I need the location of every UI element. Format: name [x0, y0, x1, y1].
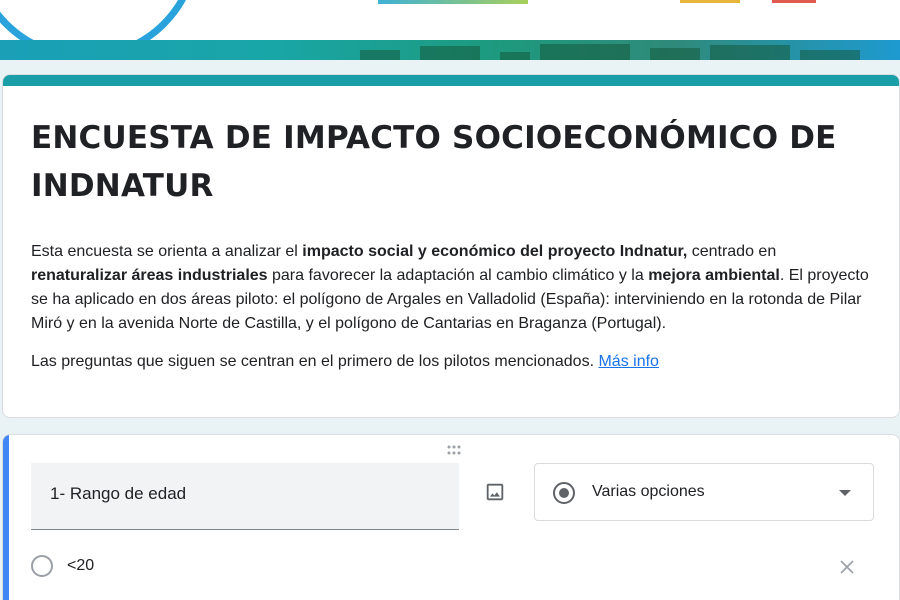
- banner-logo-line: [378, 0, 528, 4]
- description-text: centrado en: [687, 243, 777, 260]
- description-bold-text: impacto social y económico del proyecto …: [302, 243, 688, 260]
- question-type-label: Varias opciones: [592, 483, 705, 500]
- header-banner: [0, 0, 900, 60]
- option-label[interactable]: <20: [67, 557, 94, 575]
- drag-handle-icon[interactable]: [444, 443, 464, 455]
- banner-partner-logo: [772, 0, 816, 3]
- question-card[interactable]: 1- Rango de edad Varias opciones <20: [2, 434, 900, 600]
- option-row[interactable]: <20: [31, 553, 871, 581]
- more-info-link[interactable]: Más info: [598, 353, 658, 370]
- image-icon[interactable]: [483, 480, 507, 504]
- close-icon[interactable]: [835, 555, 859, 579]
- description-text: para favorecer la adaptación al cambio c…: [267, 267, 649, 284]
- radio-checked-icon: [552, 481, 576, 510]
- description-text: Las preguntas que siguen se centran en e…: [31, 353, 599, 370]
- form-description-secondary[interactable]: Las preguntas que siguen se centran en e…: [31, 350, 869, 374]
- title-card-accent-bar: [3, 75, 899, 86]
- question-type-dropdown[interactable]: Varias opciones: [534, 463, 874, 521]
- form-description[interactable]: Esta encuesta se orienta a analizar el i…: [31, 240, 869, 336]
- banner-skyline-strip: [0, 40, 900, 60]
- form-title-card: ENCUESTA DE IMPACTO SOCIOECONÓMICO DE IN…: [2, 74, 900, 418]
- description-bold-text: renaturalizar áreas industriales: [31, 267, 268, 284]
- chevron-down-icon: [839, 490, 851, 496]
- description-text: Esta encuesta se orienta a analizar el: [31, 243, 303, 260]
- question-title-input[interactable]: 1- Rango de edad: [31, 463, 459, 530]
- radio-unchecked-icon: [31, 555, 53, 577]
- question-active-indicator: [3, 435, 9, 600]
- banner-partner-logo: [680, 0, 740, 3]
- form-title[interactable]: ENCUESTA DE IMPACTO SOCIOECONÓMICO DE IN…: [31, 114, 859, 210]
- description-bold-text: mejora ambiental: [648, 267, 780, 284]
- question-title-text: 1- Rango de edad: [50, 484, 187, 503]
